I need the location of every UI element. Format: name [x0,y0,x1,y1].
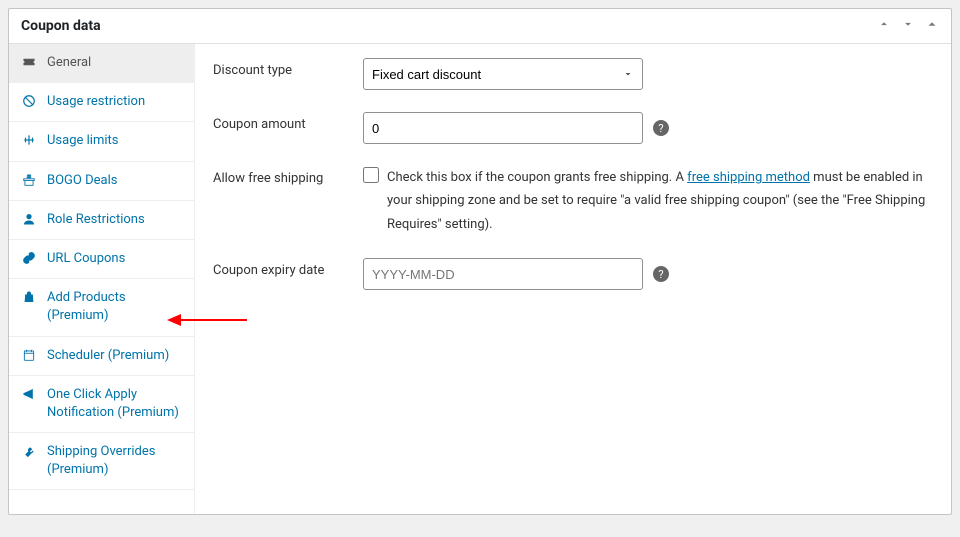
tab-label: Role Restrictions [47,211,145,229]
panel-actions [877,17,939,35]
ticket-icon [21,55,37,69]
panel-title: Coupon data [21,18,101,34]
limits-icon [21,133,37,147]
help-icon[interactable]: ? [653,120,669,136]
move-down-icon[interactable] [901,17,915,35]
panel-body: General Usage restriction Usage limits B… [9,44,951,514]
tab-label: Usage restriction [47,93,145,111]
tab-role-restrictions[interactable]: Role Restrictions [9,201,194,240]
coupon-amount-input[interactable] [363,112,643,144]
tab-add-products[interactable]: Add Products (Premium) [9,279,194,336]
gift-icon [21,173,37,187]
help-icon[interactable]: ? [653,266,669,282]
tab-one-click-apply[interactable]: One Click Apply Notification (Premium) [9,376,194,433]
tab-usage-restriction[interactable]: Usage restriction [9,83,194,122]
tab-label: One Click Apply Notification (Premium) [47,386,182,422]
calendar-icon [21,348,37,362]
toggle-panel-icon[interactable] [925,17,939,35]
free-shipping-method-link[interactable]: free shipping method [687,170,810,185]
free-shipping-description: Check this box if the coupon grants free… [387,166,933,236]
wrench-icon [21,444,37,458]
label-discount-type: Discount type [213,58,363,78]
tab-label: Usage limits [47,132,118,150]
megaphone-icon [21,387,37,401]
tab-label: General [47,54,91,72]
label-coupon-amount: Coupon amount [213,112,363,132]
tab-label: Add Products (Premium) [47,289,182,325]
tab-label: BOGO Deals [47,172,117,190]
tab-label: URL Coupons [47,250,125,268]
row-expiry-date: Coupon expiry date ? [213,258,933,290]
tab-shipping-overrides[interactable]: Shipping Overrides (Premium) [9,433,194,490]
tab-content-general: Discount type Fixed cart discount Coupon… [195,44,951,514]
panel-header: Coupon data [9,9,951,44]
tabs-sidebar: General Usage restriction Usage limits B… [9,44,195,514]
tab-label: Scheduler (Premium) [47,347,169,365]
tab-url-coupons[interactable]: URL Coupons [9,240,194,279]
row-allow-free-shipping: Allow free shipping Check this box if th… [213,166,933,236]
row-coupon-amount: Coupon amount ? [213,112,933,144]
tab-label: Shipping Overrides (Premium) [47,443,182,479]
ban-icon [21,94,37,108]
tab-bogo-deals[interactable]: BOGO Deals [9,162,194,201]
tab-usage-limits[interactable]: Usage limits [9,122,194,161]
free-shipping-checkbox[interactable] [363,167,379,183]
tab-general[interactable]: General [9,44,194,83]
user-icon [21,212,37,226]
expiry-date-input[interactable] [363,258,643,290]
row-discount-type: Discount type Fixed cart discount [213,58,933,90]
link-icon [21,251,37,265]
label-expiry-date: Coupon expiry date [213,258,363,278]
bag-icon [21,290,37,304]
tab-scheduler[interactable]: Scheduler (Premium) [9,337,194,376]
move-up-icon[interactable] [877,17,891,35]
label-allow-free-shipping: Allow free shipping [213,166,363,186]
coupon-data-panel: Coupon data General [8,8,952,515]
discount-type-select[interactable]: Fixed cart discount [363,58,643,90]
